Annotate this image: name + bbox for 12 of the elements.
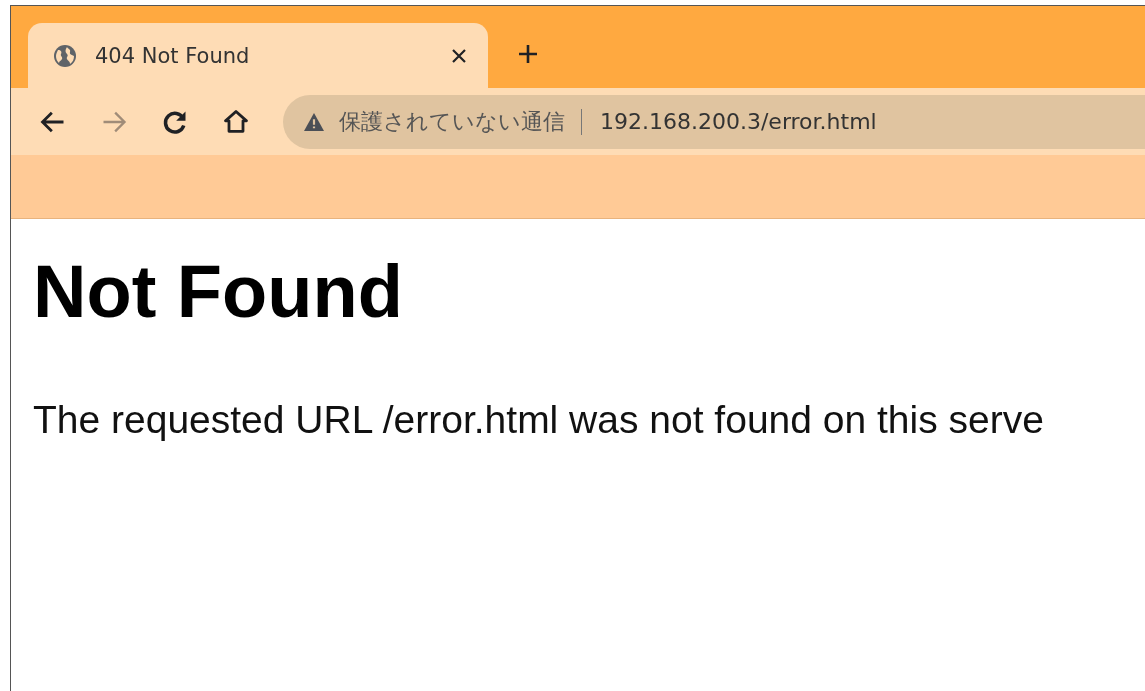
home-icon[interactable] bbox=[222, 107, 250, 136]
new-tab-icon[interactable] bbox=[518, 44, 538, 64]
page-heading: Not Found bbox=[33, 249, 404, 334]
close-icon[interactable] bbox=[452, 48, 466, 63]
tab-title: 404 Not Found bbox=[95, 43, 251, 68]
url-text: 192.168.200.3/error.html bbox=[599, 109, 877, 134]
security-label: 保護されていない通信 bbox=[339, 108, 582, 135]
error-message: The requested URL /error.html was not found on this serve bbox=[33, 398, 1045, 442]
address-bar[interactable]: 保護されていない通信 192.168.200.3/error.html bbox=[283, 94, 1145, 149]
warning-icon bbox=[303, 111, 325, 132]
browser-tab[interactable]: 404 Not Found bbox=[28, 23, 488, 88]
globe-icon bbox=[53, 43, 77, 68]
